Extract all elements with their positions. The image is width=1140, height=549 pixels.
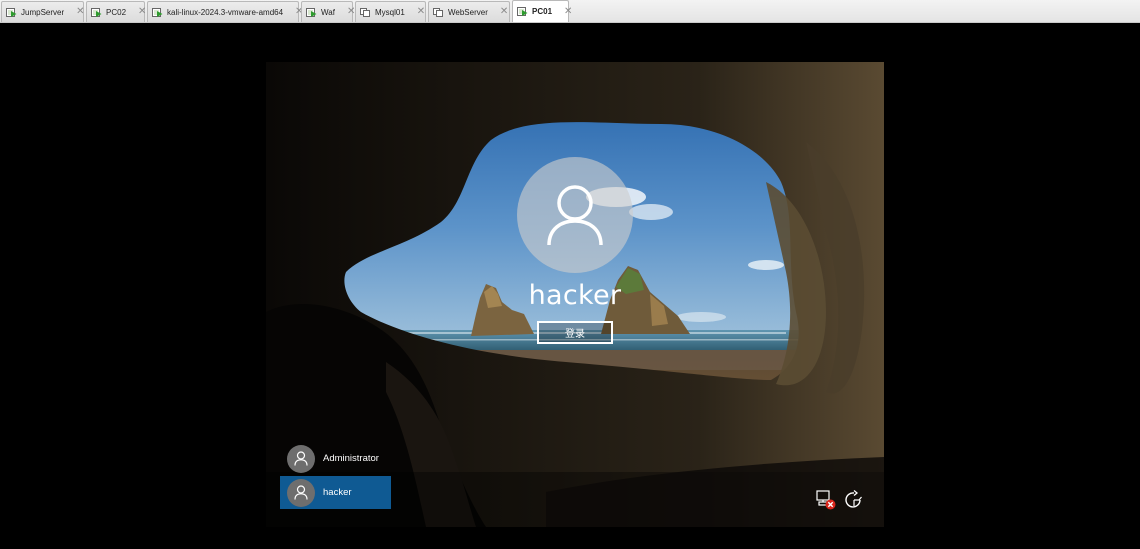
tab-label: JumpServer xyxy=(21,7,65,17)
close-icon[interactable]: ✕ xyxy=(417,7,425,17)
tab-label: kali-linux-2024.3-vmware-amd64 xyxy=(167,7,284,17)
network-disconnected-icon[interactable] xyxy=(815,489,837,511)
tab-pc01[interactable]: PC01 ✕ xyxy=(512,0,572,22)
vm-running-icon xyxy=(152,7,163,18)
user-list-item-administrator[interactable]: Administrator xyxy=(280,442,391,475)
vm-running-icon xyxy=(91,7,102,18)
user-avatar-large xyxy=(517,157,633,273)
close-icon[interactable]: ✕ xyxy=(76,7,84,17)
user-avatar-icon xyxy=(287,444,315,473)
vm-console-screen[interactable]: hacker 登录 Administrator hacker xyxy=(266,62,884,527)
tab-label: PC02 xyxy=(106,7,127,17)
vm-tab-bar: JumpServer ✕ PC02 ✕ kali-linux-2024.3-vm… xyxy=(0,0,1140,23)
user-list-item-hacker[interactable]: hacker xyxy=(280,476,391,509)
tab-label: WebServer xyxy=(448,7,488,17)
tab-mysql01[interactable]: Mysql01 ✕ xyxy=(355,1,426,22)
tab-webserver[interactable]: WebServer ✕ xyxy=(428,1,510,22)
ease-of-access-icon[interactable] xyxy=(843,489,865,511)
user-avatar-icon xyxy=(287,478,315,507)
vm-icon xyxy=(433,7,444,18)
close-icon[interactable]: ✕ xyxy=(564,6,572,17)
vm-running-icon xyxy=(517,6,528,17)
tab-label: Mysql01 xyxy=(375,7,405,17)
login-username: hacker xyxy=(528,280,622,311)
vm-running-icon xyxy=(6,7,17,18)
tab-label: PC01 xyxy=(532,7,553,16)
tab-pc02[interactable]: PC02 ✕ xyxy=(86,1,146,22)
tab-waf[interactable]: Waf ✕ xyxy=(301,1,355,22)
user-list-label: Administrator xyxy=(323,453,379,464)
tab-kali-linux[interactable]: kali-linux-2024.3-vmware-amd64 ✕ xyxy=(147,1,303,22)
sign-in-button[interactable]: 登录 xyxy=(537,321,613,344)
tab-label: Waf xyxy=(321,7,335,17)
vm-icon xyxy=(360,7,371,18)
close-icon[interactable]: ✕ xyxy=(500,7,508,17)
user-avatar-icon xyxy=(547,185,603,246)
close-icon[interactable]: ✕ xyxy=(138,7,146,17)
vm-running-icon xyxy=(306,7,317,18)
tab-jumpserver[interactable]: JumpServer ✕ xyxy=(1,1,85,22)
user-list-label: hacker xyxy=(323,487,352,498)
